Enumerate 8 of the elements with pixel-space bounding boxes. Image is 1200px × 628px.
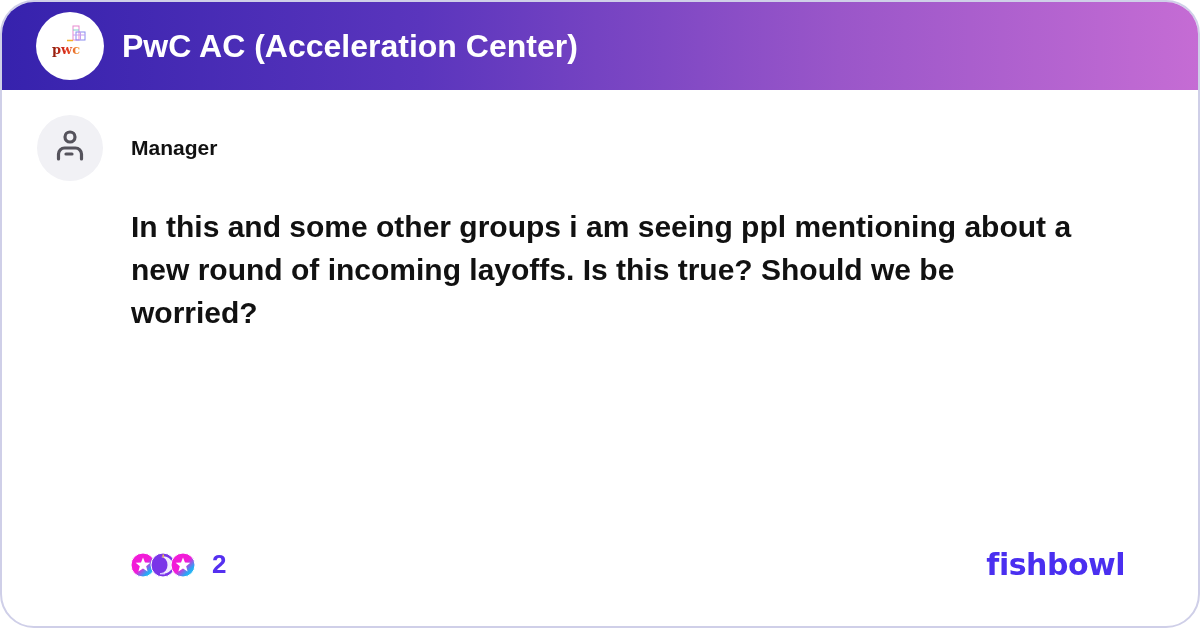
post-text: In this and some other groups i am seeing ppl mentioning about a new round of incoming layoffs. Is this true? Should we be worried?	[131, 209, 1073, 331]
reaction-count: 2	[212, 549, 227, 580]
brand-logo: fishbowl	[986, 547, 1125, 582]
author-name: Manager	[131, 136, 218, 160]
avatar-icon	[37, 115, 103, 181]
star-badge-icon	[170, 551, 196, 578]
group-name: PwC AC (Acceleration Center)	[122, 27, 578, 65]
grid-mark-icon	[67, 25, 86, 42]
